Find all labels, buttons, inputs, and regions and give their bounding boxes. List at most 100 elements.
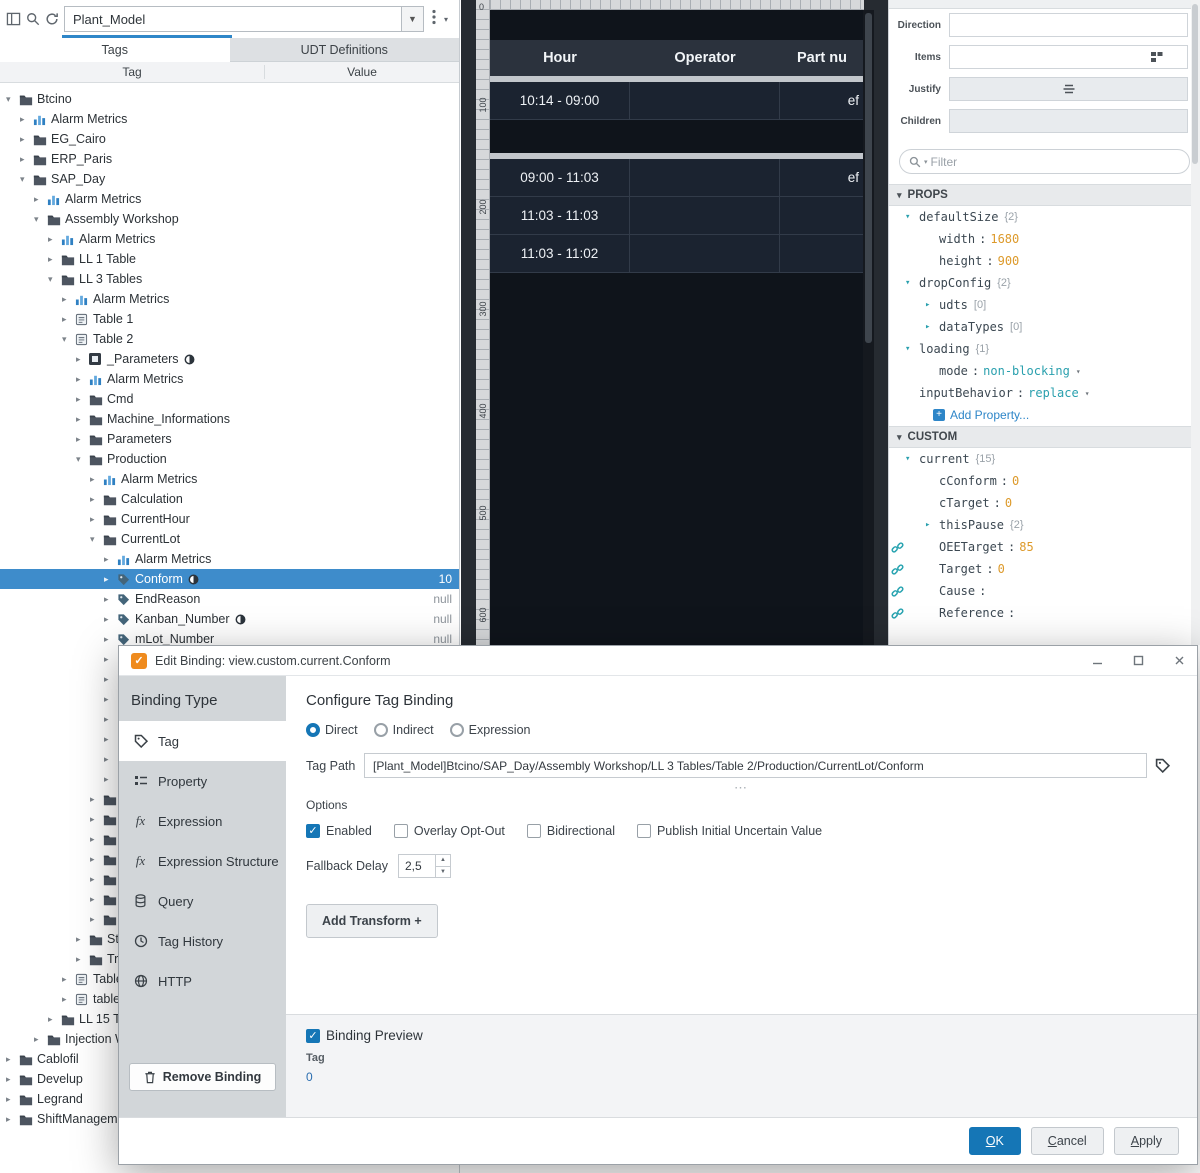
filter-caret-icon[interactable]: ▾ xyxy=(924,158,928,166)
tree-item-ll-1-table[interactable]: ▸ LL 1 Table xyxy=(0,249,459,269)
scrollbar-thumb[interactable] xyxy=(865,13,872,343)
field-input-direction[interactable] xyxy=(949,13,1188,37)
filter-input[interactable] xyxy=(930,154,1180,169)
tree-item-btcino[interactable]: ▾ Btcino xyxy=(0,89,459,109)
expand-arrow-icon[interactable]: ▸ xyxy=(104,694,117,705)
prop-oeetarget[interactable]: OEETarget:85 xyxy=(889,536,1200,558)
checkbox-publish-initial-uncertain-value[interactable]: Publish Initial Uncertain Value xyxy=(636,824,822,838)
kebab-menu-icon[interactable] xyxy=(432,9,436,30)
prop-target[interactable]: Target:0 xyxy=(889,558,1200,580)
radio-direct[interactable]: Direct xyxy=(306,723,358,737)
add-transform-button[interactable]: Add Transform + xyxy=(306,904,438,938)
expand-arrow-icon[interactable]: ▸ xyxy=(104,654,117,665)
binding-link-icon[interactable] xyxy=(889,563,905,576)
expand-arrow-icon[interactable]: ▸ xyxy=(90,514,103,525)
tree-item-assembly-workshop[interactable]: ▾ Assembly Workshop xyxy=(0,209,459,229)
refresh-icon[interactable] xyxy=(42,7,61,31)
collapse-arrow-icon[interactable]: ▾ xyxy=(34,214,47,225)
tree-item-table-2[interactable]: ▾ Table 2 xyxy=(0,329,459,349)
tree-item-calculation[interactable]: ▸ Calculation xyxy=(0,489,459,509)
collapse-arrow-icon[interactable]: ▾ xyxy=(76,454,89,465)
tag-path-input[interactable] xyxy=(364,753,1147,778)
prop-reference[interactable]: Reference: xyxy=(889,602,1200,624)
prop-defaultsize[interactable]: ▾ defaultSize {2} xyxy=(889,206,1200,228)
field-input-justify[interactable] xyxy=(949,77,1188,101)
expand-arrow-icon[interactable]: ▸ xyxy=(104,614,117,625)
expand-arrow-icon[interactable]: ▸ xyxy=(925,520,939,530)
binding-link-icon[interactable] xyxy=(889,607,905,620)
canvas-scrollbar[interactable] xyxy=(863,10,874,645)
expand-arrow-icon[interactable]: ▸ xyxy=(104,714,117,725)
tab-udt-definitions[interactable]: UDT Definitions xyxy=(229,38,459,62)
binding-type-expression-structure[interactable]: fx Expression Structure xyxy=(119,841,286,881)
apply-button[interactable]: Apply xyxy=(1113,1127,1179,1155)
prop-cconform[interactable]: cConform:0 xyxy=(889,470,1200,492)
dialog-titlebar[interactable]: ✓ Edit Binding: view.custom.current.Conf… xyxy=(119,646,1197,676)
tree-item-erp-paris[interactable]: ▸ ERP_Paris xyxy=(0,149,459,169)
tree-item-sap-day[interactable]: ▾ SAP_Day xyxy=(0,169,459,189)
design-canvas[interactable]: Hour Operator Part nu 10:14 - 09:00 ef 09:00 … xyxy=(490,10,864,645)
dropdown-caret-icon[interactable]: ▾ xyxy=(1085,389,1090,398)
ok-button[interactable]: OK xyxy=(968,1127,1021,1155)
expand-arrow-icon[interactable]: ▸ xyxy=(90,854,103,865)
binding-preview-checkbox[interactable] xyxy=(306,1028,320,1043)
expand-arrow-icon[interactable]: ▸ xyxy=(62,294,75,305)
collapse-arrow-icon[interactable]: ▾ xyxy=(6,94,19,105)
expand-arrow-icon[interactable]: ▸ xyxy=(20,134,33,145)
expand-arrow-icon[interactable]: ▸ xyxy=(104,774,117,785)
binding-type-property[interactable]: Property xyxy=(119,761,286,801)
expand-arrow-icon[interactable]: ▸ xyxy=(104,554,117,565)
tree-item-cmd[interactable]: ▸ Cmd xyxy=(0,389,459,409)
expand-arrow-icon[interactable]: ▸ xyxy=(104,634,117,645)
prop-mode[interactable]: mode: non-blocking ▾ xyxy=(889,360,1200,382)
tree-item-alarm-metrics[interactable]: ▸ Alarm Metrics xyxy=(0,289,459,309)
prop-dropconfig[interactable]: ▾ dropConfig {2} xyxy=(889,272,1200,294)
property-panel-scrollbar[interactable] xyxy=(1191,0,1200,645)
collapse-arrow-icon[interactable]: ▾ xyxy=(62,334,75,345)
expand-arrow-icon[interactable]: ▸ xyxy=(62,994,75,1005)
checkbox-enabled[interactable]: Enabled xyxy=(306,824,372,838)
preview-table-row[interactable]: 11:03 - 11:02 xyxy=(490,235,864,273)
tree-item-eg-cairo[interactable]: ▸ EG_Cairo xyxy=(0,129,459,149)
collapse-arrow-icon[interactable]: ▾ xyxy=(897,432,902,443)
tag-browse-icon[interactable] xyxy=(1147,758,1177,773)
expand-arrow-icon[interactable]: ▸ xyxy=(90,474,103,485)
expand-arrow-icon[interactable]: ▸ xyxy=(104,674,117,685)
prop-ctarget[interactable]: cTarget:0 xyxy=(889,492,1200,514)
expand-arrow-icon[interactable]: ▸ xyxy=(34,1034,47,1045)
expand-arrow-icon[interactable]: ▸ xyxy=(48,1014,61,1025)
property-filter[interactable]: ▾ xyxy=(899,149,1190,174)
expand-arrow-icon[interactable]: ▸ xyxy=(90,874,103,885)
step-down-icon[interactable] xyxy=(436,867,450,878)
expand-arrow-icon[interactable]: ▸ xyxy=(48,254,61,265)
binding-type-query[interactable]: Query xyxy=(119,881,286,921)
field-input-children[interactable] xyxy=(949,109,1188,133)
fallback-delay-input[interactable] xyxy=(398,855,435,877)
tree-item-production[interactable]: ▾ Production xyxy=(0,449,459,469)
tree-item-parameters[interactable]: ▸ Parameters xyxy=(0,429,459,449)
radio-expression[interactable]: Expression xyxy=(449,723,531,737)
tree-item-alarm-metrics[interactable]: ▸ Alarm Metrics xyxy=(0,549,459,569)
expand-arrow-icon[interactable]: ▸ xyxy=(76,414,89,425)
tree-item-conform[interactable]: ▸ Conform 10 xyxy=(0,569,459,589)
binding-link-icon[interactable] xyxy=(889,541,905,554)
prop-current[interactable]: ▾ current {15} xyxy=(889,448,1200,470)
binding-type-http[interactable]: HTTP xyxy=(119,961,286,1001)
tree-item-kanban-number[interactable]: ▸ Kanban_Number null xyxy=(0,609,459,629)
tree-item-endreason[interactable]: ▸ EndReason null xyxy=(0,589,459,609)
table-component-preview[interactable]: Hour Operator Part nu 10:14 - 09:00 ef 09:00 … xyxy=(490,40,864,273)
prop-loading[interactable]: ▾ loading {1} xyxy=(889,338,1200,360)
collapse-arrow-icon[interactable]: ▾ xyxy=(905,278,919,288)
expand-arrow-icon[interactable]: ▸ xyxy=(6,1074,19,1085)
expand-arrow-icon[interactable]: ▸ xyxy=(104,574,117,585)
cancel-button[interactable]: Cancel xyxy=(1030,1127,1104,1155)
expand-arrow-icon[interactable]: ▸ xyxy=(76,374,89,385)
tree-item-parameters[interactable]: ▸ _Parameters xyxy=(0,349,459,369)
collapse-arrow-icon[interactable]: ▾ xyxy=(905,212,919,222)
tree-item-alarm-metrics[interactable]: ▸ Alarm Metrics xyxy=(0,469,459,489)
remove-binding-button[interactable]: Remove Binding xyxy=(129,1063,276,1091)
expand-arrow-icon[interactable]: ▸ xyxy=(6,1094,19,1105)
expand-arrow-icon[interactable]: ▸ xyxy=(48,234,61,245)
prop-datatypes[interactable]: ▸ dataTypes [0] xyxy=(889,316,1200,338)
binding-link-icon[interactable] xyxy=(889,585,905,598)
